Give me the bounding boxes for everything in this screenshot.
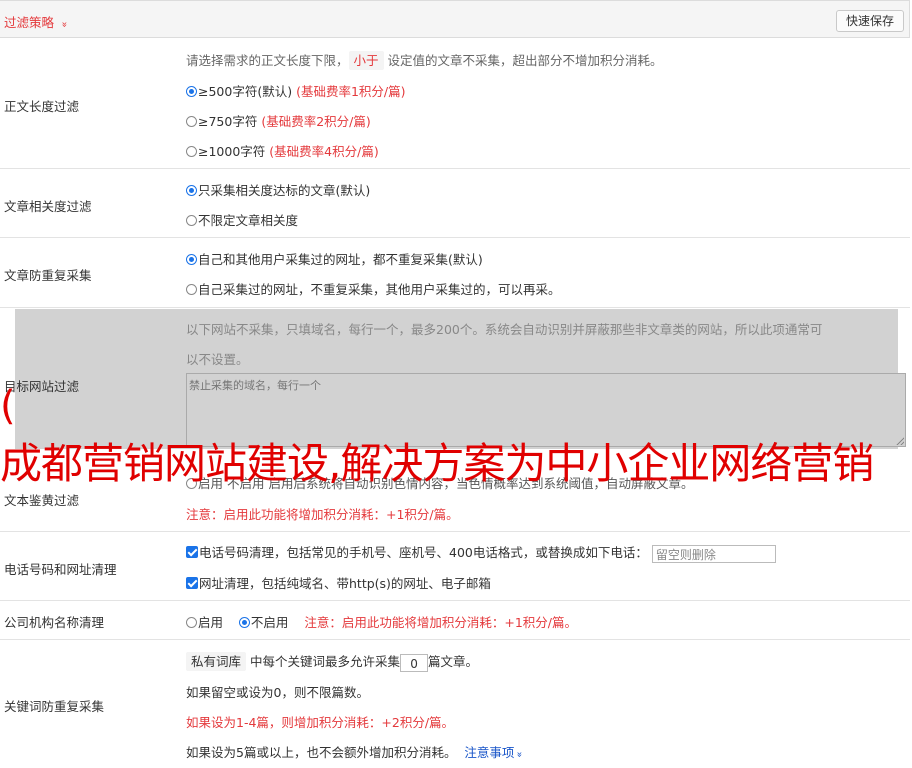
dup-option-all[interactable]: 自己和其他用户采集过的网址，都不重复采集(默认)	[186, 249, 483, 268]
relevance-option-off[interactable]: 不限定文章相关度	[186, 210, 298, 229]
option-note: (基础费率1积分/篇)	[296, 84, 406, 99]
filter-strategy-header: 过滤策略 » 快速保存	[0, 0, 910, 38]
textarea-placeholder: 禁止采集的域名，每行一个	[189, 379, 321, 392]
option-label: 不启用	[250, 615, 289, 630]
length-option-750[interactable]: ≥750字符 (基础费率2积分/篇)	[186, 111, 371, 130]
private-lexicon-tag[interactable]: 私有词库	[186, 652, 247, 671]
phone-url-row: 电话号码和网址清理 电话号码清理，包括常见的手机号、座机号、400电话格式，或替…	[0, 532, 910, 601]
desc-text: 请选择需求的正文长度下限，	[186, 53, 349, 68]
blocked-domains-textarea[interactable]: 禁止采集的域名，每行一个	[186, 373, 906, 447]
option-note: (基础费率2积分/篇)	[261, 114, 371, 129]
target-site-desc-1: 以下网站不采集，只填域名，每行一个，最多200个。系统会自动识别并屏蔽那些非文章…	[186, 322, 823, 337]
radio-icon[interactable]	[238, 617, 250, 628]
resize-grip-icon[interactable]	[896, 437, 904, 445]
radio-icon[interactable]	[186, 215, 197, 226]
phone-clean-option[interactable]: 电话号码清理，包括常见的手机号、座机号、400电话格式，或替换成如下电话： 留空…	[186, 542, 776, 563]
relevance-option-on[interactable]: 只采集相关度达标的文章(默认)	[186, 180, 370, 199]
radio-icon[interactable]	[186, 86, 197, 97]
chevron-down-icon: »	[58, 21, 70, 28]
section-title-text: 过滤策略	[4, 15, 55, 30]
keyword-dup-line2: 如果留空或设为0，则不限篇数。	[186, 685, 369, 700]
keyword-dup-row: 关键词防重复采集 私有词库 中每个关键词最多允许采集 0 篇文章。 如果留空或设为0…	[0, 640, 910, 768]
keyword-dup-line4: 如果设为5篇或以上，也不会额外增加积分消耗。 注意事项»	[186, 742, 525, 761]
option-label: ≥500字符(默认)	[198, 84, 293, 99]
keyword-dup-text-post: 篇文章。	[428, 654, 479, 669]
url-clean-text: 网址清理，包括纯域名、带http(s)的网址、电子邮箱	[199, 576, 491, 591]
radio-icon[interactable]	[186, 254, 197, 265]
phone-url-label: 电话号码和网址清理	[4, 562, 117, 577]
company-label: 公司机构名称清理	[4, 615, 105, 630]
replace-phone-input[interactable]: 留空则删除	[651, 544, 776, 563]
keyword-dup-line3: 如果设为1-4篇，则增加积分消耗：+2积分/篇。	[186, 715, 455, 730]
company-row: 公司机构名称清理 启用 不启用 注意：启用此功能将增加积分消耗：+1积分/篇。	[0, 601, 910, 640]
option-label: 自己和其他用户采集过的网址，都不重复采集(默认)	[198, 252, 483, 267]
keyword-dup-text: 中每个关键词最多允许采集	[250, 654, 401, 669]
url-clean-option[interactable]: 网址清理，包括纯域名、带http(s)的网址、电子邮箱	[186, 573, 491, 592]
company-disable-option[interactable]: 不启用	[238, 615, 289, 630]
quick-save-button[interactable]: 快速保存	[836, 10, 904, 32]
dup-filter-label: 文章防重复采集	[4, 268, 92, 283]
less-than-tag: 小于	[348, 51, 384, 70]
option-label: 启用	[198, 615, 224, 630]
watermark-paren: (	[0, 383, 16, 429]
porn-filter-label: 文本鉴黄过滤	[4, 493, 80, 508]
radio-icon[interactable]	[186, 185, 197, 196]
watermark-text: 成都营销网站建设,解决方案为中小企业网络营销	[0, 439, 874, 488]
checkbox-icon[interactable]	[186, 577, 198, 589]
option-note: (基础费率4积分/篇)	[269, 144, 379, 159]
dup-filter-row: 文章防重复采集 自己和其他用户采集过的网址，都不重复采集(默认) 自己采集过的网…	[0, 238, 910, 308]
length-filter-label: 正文长度过滤	[4, 99, 80, 114]
length-option-500[interactable]: ≥500字符(默认) (基础费率1积分/篇)	[186, 81, 406, 100]
company-enable-option[interactable]: 启用	[186, 615, 223, 630]
option-label: 自己采集过的网址，不重复采集，其他用户采集过的，可以再采。	[198, 282, 561, 297]
company-note: 注意：启用此功能将增加积分消耗：+1积分/篇。	[304, 615, 577, 630]
notes-link[interactable]: 注意事项»	[464, 745, 525, 760]
radio-icon[interactable]	[186, 617, 197, 628]
option-label: ≥750字符	[198, 114, 258, 129]
radio-icon[interactable]	[186, 284, 197, 295]
length-filter-row: 正文长度过滤 请选择需求的正文长度下限， 小于 设定值的文章不采集，超出部分不增加…	[0, 38, 910, 169]
target-site-desc-2: 以不设置。	[186, 352, 249, 367]
option-label: 只采集相关度达标的文章(默认)	[198, 183, 371, 198]
section-title[interactable]: 过滤策略 »	[4, 12, 70, 31]
company-options: 启用 不启用 注意：启用此功能将增加积分消耗：+1积分/篇。	[186, 612, 577, 631]
desc-text-post: 设定值的文章不采集，超出部分不增加积分消耗。	[387, 53, 663, 68]
option-label: 不限定文章相关度	[198, 213, 299, 228]
relevance-filter-label: 文章相关度过滤	[4, 199, 92, 214]
porn-filter-note: 注意：启用此功能将增加积分消耗：+1积分/篇。	[186, 507, 459, 522]
phone-clean-text: 电话号码清理，包括常见的手机号、座机号、400电话格式，或替换成如下电话：	[199, 545, 648, 560]
option-label: ≥1000字符	[198, 144, 266, 159]
relevance-filter-row: 文章相关度过滤 只采集相关度达标的文章(默认) 不限定文章相关度	[0, 169, 910, 238]
checkbox-icon[interactable]	[186, 546, 198, 558]
length-filter-desc: 请选择需求的正文长度下限， 小于 设定值的文章不采集，超出部分不增加积分消耗。	[186, 50, 663, 70]
radio-icon[interactable]	[186, 116, 197, 127]
keyword-dup-line1: 私有词库 中每个关键词最多允许采集 0 篇文章。	[186, 651, 478, 672]
radio-icon[interactable]	[186, 146, 197, 157]
chevron-down-icon: »	[514, 751, 525, 758]
keyword-dup-label: 关键词防重复采集	[4, 699, 105, 714]
keyword-dup-text: 如果设为5篇或以上，也不会额外增加积分消耗。	[186, 745, 457, 760]
max-articles-input[interactable]: 0	[400, 653, 429, 672]
dup-option-self[interactable]: 自己采集过的网址，不重复采集，其他用户采集过的，可以再采。	[186, 279, 561, 298]
length-option-1000[interactable]: ≥1000字符 (基础费率4积分/篇)	[186, 141, 379, 160]
